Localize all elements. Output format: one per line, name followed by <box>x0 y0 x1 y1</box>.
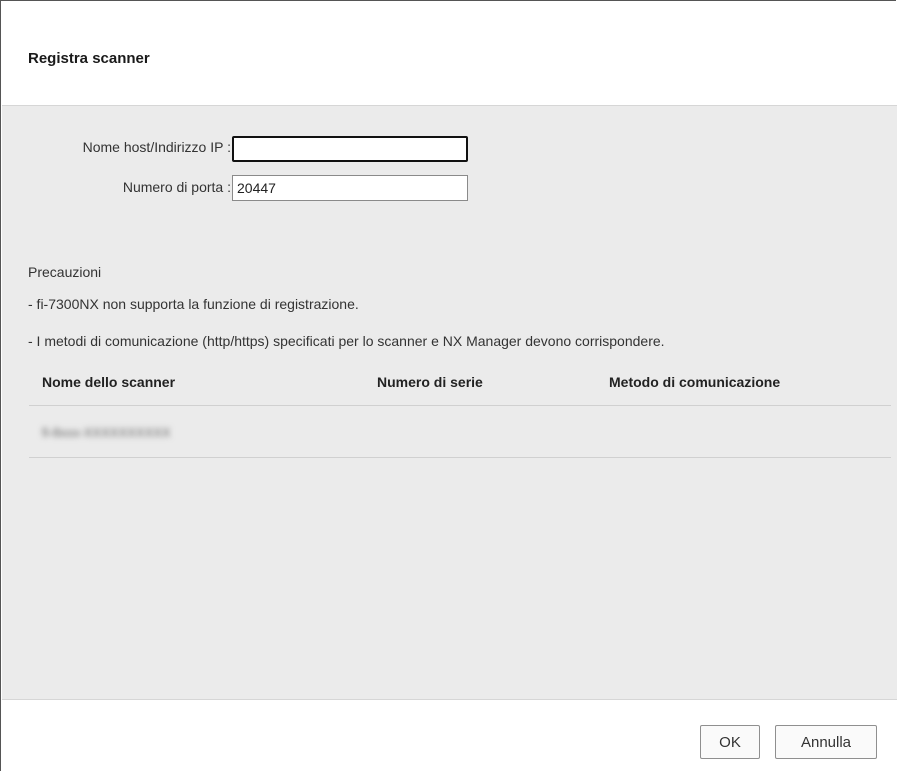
precaution-note: - I metodi di comunicazione (http/https)… <box>28 333 665 349</box>
cancel-button[interactable]: Annulla <box>775 725 877 759</box>
register-scanner-dialog: Registra scanner Nome host/Indirizzo IP … <box>0 0 897 771</box>
column-header-serial-number: Numero di serie <box>377 374 483 390</box>
port-input[interactable] <box>232 175 468 201</box>
host-label: Nome host/Indirizzo IP : <box>82 139 231 155</box>
dialog-title: Registra scanner <box>28 50 150 67</box>
column-header-communication-method: Metodo di comunicazione <box>609 374 781 390</box>
column-header-scanner-name: Nome dello scanner <box>42 374 176 390</box>
precaution-note: - fi-7300NX non supporta la funzione di … <box>28 296 359 312</box>
table-header-divider <box>29 405 891 406</box>
port-label: Numero di porta : <box>122 179 231 195</box>
host-ip-input[interactable] <box>232 136 468 162</box>
dialog-header: Registra scanner <box>2 2 897 106</box>
table-row-scanner-name[interactable]: fi-8xxx-XXXXXXXXXX <box>42 425 171 440</box>
precautions-title: Precauzioni <box>28 264 102 280</box>
table-row-divider <box>29 457 891 458</box>
ok-button[interactable]: OK <box>700 725 760 759</box>
